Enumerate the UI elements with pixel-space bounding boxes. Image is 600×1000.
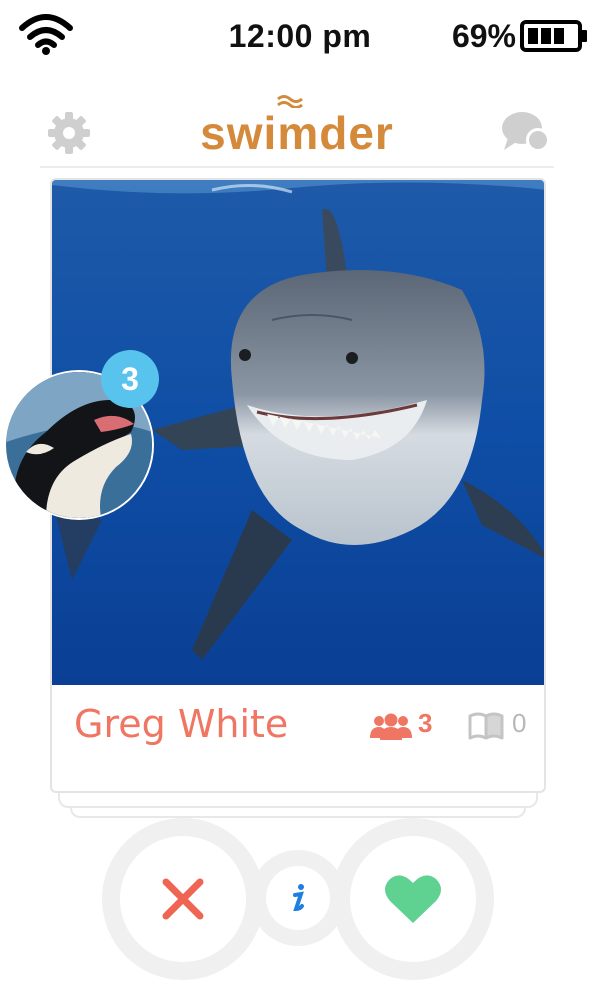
match-count-badge: 3 bbox=[101, 350, 159, 408]
like-button[interactable] bbox=[350, 836, 476, 962]
logo-wave-icon bbox=[277, 95, 303, 108]
app-title: swimder bbox=[200, 107, 394, 159]
book-icon bbox=[468, 712, 504, 740]
profile-name: Greg White bbox=[74, 702, 289, 746]
friends-icon bbox=[370, 713, 412, 740]
action-bar bbox=[0, 810, 600, 990]
battery-percentage: 69% bbox=[451, 18, 516, 54]
close-icon bbox=[162, 878, 204, 920]
top-nav: swimder bbox=[40, 88, 554, 168]
info-button[interactable] bbox=[266, 866, 330, 930]
friends-count: 3 bbox=[418, 708, 433, 738]
heart-icon bbox=[385, 875, 441, 923]
battery-icon bbox=[520, 20, 587, 52]
books-count: 0 bbox=[512, 708, 527, 738]
app-logo: swimder bbox=[40, 106, 554, 160]
chat-icon[interactable] bbox=[500, 108, 552, 156]
info-icon bbox=[293, 884, 304, 912]
dislike-button[interactable] bbox=[120, 836, 246, 962]
status-bar: 12:00 pm 69% bbox=[0, 0, 600, 80]
